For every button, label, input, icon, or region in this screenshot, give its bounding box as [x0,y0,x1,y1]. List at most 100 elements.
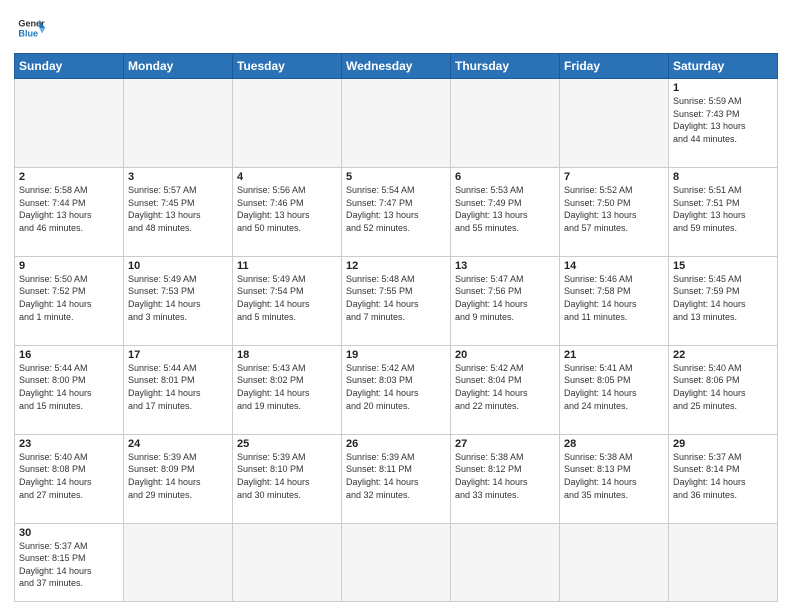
day-number: 25 [237,438,337,450]
day-number: 11 [237,260,337,272]
day-info: Sunrise: 5:41 AM Sunset: 8:05 PM Dayligh… [564,362,664,412]
day-info: Sunrise: 5:45 AM Sunset: 7:59 PM Dayligh… [673,273,773,323]
weekday-header-tuesday: Tuesday [233,54,342,79]
day-info: Sunrise: 5:42 AM Sunset: 8:03 PM Dayligh… [346,362,446,412]
week-row-4: 23Sunrise: 5:40 AM Sunset: 8:08 PM Dayli… [15,434,778,523]
day-number: 7 [564,171,664,183]
day-number: 10 [128,260,228,272]
day-cell [560,523,669,601]
day-cell [124,79,233,168]
page: General Blue SundayMondayTuesdayWednesda… [0,0,792,612]
week-row-5: 30Sunrise: 5:37 AM Sunset: 8:15 PM Dayli… [15,523,778,601]
day-number: 20 [455,349,555,361]
day-number: 30 [19,527,119,539]
day-info: Sunrise: 5:53 AM Sunset: 7:49 PM Dayligh… [455,184,555,234]
header: General Blue [14,10,778,47]
day-number: 23 [19,438,119,450]
day-number: 21 [564,349,664,361]
day-cell: 27Sunrise: 5:38 AM Sunset: 8:12 PM Dayli… [451,434,560,523]
day-info: Sunrise: 5:39 AM Sunset: 8:11 PM Dayligh… [346,451,446,501]
weekday-header-thursday: Thursday [451,54,560,79]
day-cell [15,79,124,168]
day-number: 9 [19,260,119,272]
day-cell: 12Sunrise: 5:48 AM Sunset: 7:55 PM Dayli… [342,256,451,345]
week-row-3: 16Sunrise: 5:44 AM Sunset: 8:00 PM Dayli… [15,345,778,434]
day-number: 17 [128,349,228,361]
day-cell: 7Sunrise: 5:52 AM Sunset: 7:50 PM Daylig… [560,167,669,256]
day-info: Sunrise: 5:59 AM Sunset: 7:43 PM Dayligh… [673,95,773,145]
day-cell: 13Sunrise: 5:47 AM Sunset: 7:56 PM Dayli… [451,256,560,345]
day-number: 14 [564,260,664,272]
week-row-0: 1Sunrise: 5:59 AM Sunset: 7:43 PM Daylig… [15,79,778,168]
day-number: 4 [237,171,337,183]
day-cell: 22Sunrise: 5:40 AM Sunset: 8:06 PM Dayli… [669,345,778,434]
day-info: Sunrise: 5:52 AM Sunset: 7:50 PM Dayligh… [564,184,664,234]
day-cell [233,523,342,601]
day-info: Sunrise: 5:37 AM Sunset: 8:14 PM Dayligh… [673,451,773,501]
day-info: Sunrise: 5:57 AM Sunset: 7:45 PM Dayligh… [128,184,228,234]
day-cell: 1Sunrise: 5:59 AM Sunset: 7:43 PM Daylig… [669,79,778,168]
weekday-header-row: SundayMondayTuesdayWednesdayThursdayFrid… [15,54,778,79]
day-info: Sunrise: 5:44 AM Sunset: 8:00 PM Dayligh… [19,362,119,412]
day-cell: 9Sunrise: 5:50 AM Sunset: 7:52 PM Daylig… [15,256,124,345]
day-number: 16 [19,349,119,361]
day-info: Sunrise: 5:49 AM Sunset: 7:53 PM Dayligh… [128,273,228,323]
day-cell [560,79,669,168]
day-info: Sunrise: 5:38 AM Sunset: 8:12 PM Dayligh… [455,451,555,501]
day-cell [451,523,560,601]
day-cell: 24Sunrise: 5:39 AM Sunset: 8:09 PM Dayli… [124,434,233,523]
day-cell [342,79,451,168]
day-info: Sunrise: 5:46 AM Sunset: 7:58 PM Dayligh… [564,273,664,323]
day-cell [124,523,233,601]
day-info: Sunrise: 5:44 AM Sunset: 8:01 PM Dayligh… [128,362,228,412]
weekday-header-saturday: Saturday [669,54,778,79]
weekday-header-monday: Monday [124,54,233,79]
day-cell: 10Sunrise: 5:49 AM Sunset: 7:53 PM Dayli… [124,256,233,345]
day-cell: 19Sunrise: 5:42 AM Sunset: 8:03 PM Dayli… [342,345,451,434]
day-number: 24 [128,438,228,450]
day-info: Sunrise: 5:42 AM Sunset: 8:04 PM Dayligh… [455,362,555,412]
day-cell: 15Sunrise: 5:45 AM Sunset: 7:59 PM Dayli… [669,256,778,345]
day-cell [669,523,778,601]
day-number: 26 [346,438,446,450]
day-cell: 8Sunrise: 5:51 AM Sunset: 7:51 PM Daylig… [669,167,778,256]
day-cell: 6Sunrise: 5:53 AM Sunset: 7:49 PM Daylig… [451,167,560,256]
day-info: Sunrise: 5:48 AM Sunset: 7:55 PM Dayligh… [346,273,446,323]
day-cell: 17Sunrise: 5:44 AM Sunset: 8:01 PM Dayli… [124,345,233,434]
day-cell: 2Sunrise: 5:58 AM Sunset: 7:44 PM Daylig… [15,167,124,256]
day-number: 8 [673,171,773,183]
day-info: Sunrise: 5:56 AM Sunset: 7:46 PM Dayligh… [237,184,337,234]
day-number: 19 [346,349,446,361]
day-cell: 4Sunrise: 5:56 AM Sunset: 7:46 PM Daylig… [233,167,342,256]
day-info: Sunrise: 5:37 AM Sunset: 8:15 PM Dayligh… [19,540,119,590]
day-info: Sunrise: 5:58 AM Sunset: 7:44 PM Dayligh… [19,184,119,234]
logo: General Blue [14,14,45,47]
day-info: Sunrise: 5:38 AM Sunset: 8:13 PM Dayligh… [564,451,664,501]
day-number: 27 [455,438,555,450]
svg-text:Blue: Blue [18,28,38,38]
day-number: 2 [19,171,119,183]
day-cell: 29Sunrise: 5:37 AM Sunset: 8:14 PM Dayli… [669,434,778,523]
day-info: Sunrise: 5:50 AM Sunset: 7:52 PM Dayligh… [19,273,119,323]
day-cell: 14Sunrise: 5:46 AM Sunset: 7:58 PM Dayli… [560,256,669,345]
day-cell: 28Sunrise: 5:38 AM Sunset: 8:13 PM Dayli… [560,434,669,523]
day-cell: 18Sunrise: 5:43 AM Sunset: 8:02 PM Dayli… [233,345,342,434]
week-row-1: 2Sunrise: 5:58 AM Sunset: 7:44 PM Daylig… [15,167,778,256]
day-cell: 20Sunrise: 5:42 AM Sunset: 8:04 PM Dayli… [451,345,560,434]
day-number: 6 [455,171,555,183]
calendar-table: SundayMondayTuesdayWednesdayThursdayFrid… [14,53,778,602]
weekday-header-friday: Friday [560,54,669,79]
day-number: 18 [237,349,337,361]
day-cell: 16Sunrise: 5:44 AM Sunset: 8:00 PM Dayli… [15,345,124,434]
day-number: 3 [128,171,228,183]
day-number: 12 [346,260,446,272]
day-number: 13 [455,260,555,272]
day-cell: 25Sunrise: 5:39 AM Sunset: 8:10 PM Dayli… [233,434,342,523]
day-info: Sunrise: 5:40 AM Sunset: 8:06 PM Dayligh… [673,362,773,412]
day-number: 22 [673,349,773,361]
day-info: Sunrise: 5:47 AM Sunset: 7:56 PM Dayligh… [455,273,555,323]
weekday-header-wednesday: Wednesday [342,54,451,79]
day-info: Sunrise: 5:54 AM Sunset: 7:47 PM Dayligh… [346,184,446,234]
day-cell [233,79,342,168]
day-info: Sunrise: 5:49 AM Sunset: 7:54 PM Dayligh… [237,273,337,323]
